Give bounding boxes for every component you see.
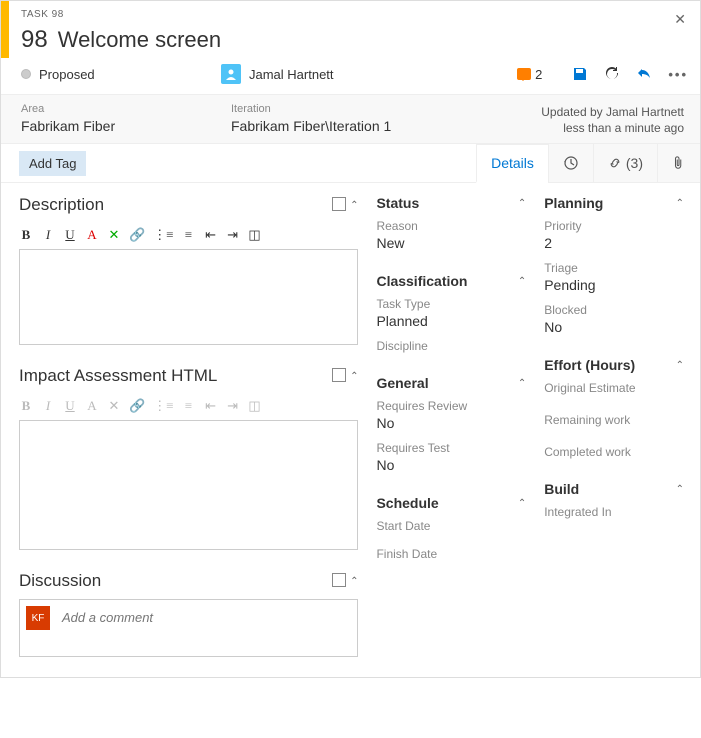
reason-label: Reason bbox=[376, 219, 526, 233]
remaining-label: Remaining work bbox=[544, 413, 684, 427]
tasktype-label: Task Type bbox=[376, 297, 526, 311]
collapse-icon[interactable]: ⌃ bbox=[676, 484, 684, 495]
discipline-label: Discipline bbox=[376, 339, 526, 353]
collapse-icon[interactable]: ⌃ bbox=[350, 576, 358, 587]
refresh-icon[interactable] bbox=[604, 66, 620, 82]
description-input[interactable] bbox=[19, 249, 358, 345]
numbers-button[interactable]: ≡ bbox=[182, 227, 196, 243]
general-heading: General bbox=[376, 375, 428, 391]
bold-button[interactable]: B bbox=[19, 227, 33, 243]
blocked-value[interactable]: No bbox=[544, 319, 684, 335]
collapse-icon[interactable]: ⌃ bbox=[350, 371, 358, 382]
tab-details[interactable]: Details bbox=[476, 144, 548, 183]
close-icon[interactable]: ✕ bbox=[660, 1, 700, 58]
task-type-label: TASK 98 bbox=[21, 9, 648, 20]
indent-button[interactable]: ⇥ bbox=[226, 227, 240, 243]
links-count: (3) bbox=[626, 155, 643, 171]
req-review-label: Requires Review bbox=[376, 399, 526, 413]
current-user-avatar-icon: KF bbox=[26, 606, 50, 630]
completed-label: Completed work bbox=[544, 445, 684, 459]
clear-format-button[interactable]: ✕ bbox=[107, 398, 121, 414]
triage-label: Triage bbox=[544, 261, 684, 275]
updated-time: less than a minute ago bbox=[471, 121, 684, 135]
italic-button[interactable]: I bbox=[41, 227, 55, 243]
comment-count[interactable]: 2 bbox=[535, 67, 542, 82]
updated-by: Updated by Jamal Hartnett bbox=[471, 105, 684, 119]
indent-button[interactable]: ⇥ bbox=[226, 398, 240, 414]
impact-toolbar: B I U A ✕ 🔗 ⋮≡ ≡ ⇤ ⇥ ◫ bbox=[19, 394, 358, 418]
description-heading: Description bbox=[19, 195, 104, 215]
area-value[interactable]: Fabrikam Fiber bbox=[21, 118, 199, 134]
req-review-value[interactable]: No bbox=[376, 415, 526, 431]
iteration-value[interactable]: Fabrikam Fiber\Iteration 1 bbox=[231, 118, 439, 134]
state-indicator-icon bbox=[21, 69, 31, 79]
orig-est-label: Original Estimate bbox=[544, 381, 684, 395]
image-button[interactable]: ◫ bbox=[248, 398, 262, 414]
start-date-label: Start Date bbox=[376, 519, 526, 533]
more-actions-icon[interactable]: ••• bbox=[668, 67, 688, 82]
state-value[interactable]: Proposed bbox=[39, 67, 95, 82]
italic-button[interactable]: I bbox=[41, 398, 55, 414]
font-color-button[interactable]: A bbox=[85, 227, 99, 243]
bold-button[interactable]: B bbox=[19, 398, 33, 414]
effort-heading: Effort (Hours) bbox=[544, 357, 635, 373]
outdent-button[interactable]: ⇤ bbox=[204, 227, 218, 243]
assignee-name[interactable]: Jamal Hartnett bbox=[249, 67, 334, 82]
numbers-button[interactable]: ≡ bbox=[182, 398, 196, 414]
bullets-button[interactable]: ⋮≡ bbox=[153, 227, 173, 243]
work-item-color-bar bbox=[1, 1, 9, 58]
impact-heading: Impact Assessment HTML bbox=[19, 366, 217, 386]
tab-history[interactable] bbox=[548, 144, 593, 182]
link-button[interactable]: 🔗 bbox=[129, 227, 145, 243]
priority-value[interactable]: 2 bbox=[544, 235, 684, 251]
save-icon[interactable] bbox=[572, 66, 588, 82]
collapse-icon[interactable]: ⌃ bbox=[518, 378, 526, 389]
priority-label: Priority bbox=[544, 219, 684, 233]
tasktype-value[interactable]: Planned bbox=[376, 313, 526, 329]
req-test-value[interactable]: No bbox=[376, 457, 526, 473]
collapse-icon[interactable]: ⌃ bbox=[518, 198, 526, 209]
outdent-button[interactable]: ⇤ bbox=[204, 398, 218, 414]
link-button[interactable]: 🔗 bbox=[129, 398, 145, 414]
bullets-button[interactable]: ⋮≡ bbox=[153, 398, 173, 414]
collapse-icon[interactable]: ⌃ bbox=[676, 360, 684, 371]
tab-attachments[interactable] bbox=[657, 144, 700, 182]
finish-date-label: Finish Date bbox=[376, 547, 526, 561]
collapse-icon[interactable]: ⌃ bbox=[350, 200, 358, 211]
area-label: Area bbox=[21, 103, 199, 115]
iteration-label: Iteration bbox=[231, 103, 439, 115]
comment-icon[interactable] bbox=[517, 68, 531, 80]
build-heading: Build bbox=[544, 481, 579, 497]
req-test-label: Requires Test bbox=[376, 441, 526, 455]
impact-input[interactable] bbox=[19, 420, 358, 550]
clear-format-button[interactable]: ✕ bbox=[107, 227, 121, 243]
description-toolbar: B I U A ✕ 🔗 ⋮≡ ≡ ⇤ ⇥ ◫ bbox=[19, 223, 358, 247]
maximize-icon[interactable] bbox=[332, 370, 344, 382]
assignee-avatar-icon bbox=[221, 64, 241, 84]
schedule-heading: Schedule bbox=[376, 495, 438, 511]
tab-links[interactable]: (3) bbox=[593, 144, 657, 182]
image-button[interactable]: ◫ bbox=[248, 227, 262, 243]
planning-heading: Planning bbox=[544, 195, 603, 211]
underline-button[interactable]: U bbox=[63, 398, 77, 414]
maximize-icon[interactable] bbox=[332, 575, 344, 587]
reason-value[interactable]: New bbox=[376, 235, 526, 251]
comment-input[interactable] bbox=[56, 600, 357, 656]
collapse-icon[interactable]: ⌃ bbox=[518, 276, 526, 287]
task-title[interactable]: Welcome screen bbox=[58, 27, 221, 53]
triage-value[interactable]: Pending bbox=[544, 277, 684, 293]
discussion-heading: Discussion bbox=[19, 571, 101, 591]
collapse-icon[interactable]: ⌃ bbox=[518, 498, 526, 509]
status-heading: Status bbox=[376, 195, 419, 211]
blocked-label: Blocked bbox=[544, 303, 684, 317]
task-id: 98 bbox=[21, 26, 48, 54]
undo-icon[interactable] bbox=[636, 66, 652, 82]
add-tag-button[interactable]: Add Tag bbox=[19, 151, 86, 176]
underline-button[interactable]: U bbox=[63, 227, 77, 243]
integrated-label: Integrated In bbox=[544, 505, 684, 519]
font-color-button[interactable]: A bbox=[85, 398, 99, 414]
maximize-icon[interactable] bbox=[332, 199, 344, 211]
collapse-icon[interactable]: ⌃ bbox=[676, 198, 684, 209]
classification-heading: Classification bbox=[376, 273, 467, 289]
